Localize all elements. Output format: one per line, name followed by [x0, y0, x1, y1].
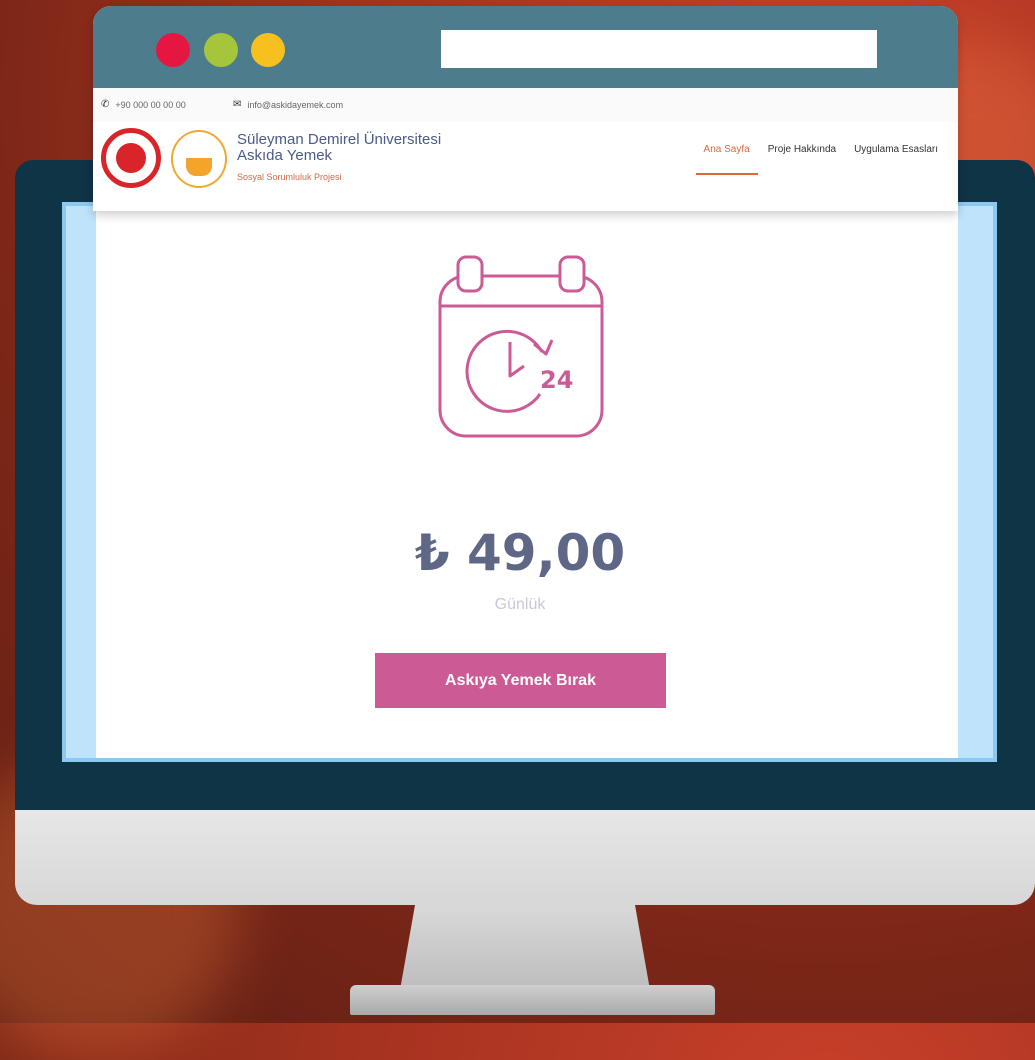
mail-icon: ✉ [233, 99, 242, 110]
browser-toolbar [93, 6, 958, 88]
nav-item-about[interactable]: Proje Hakkında [768, 144, 836, 175]
top-info-bar: ✆ +90 000 00 00 00 ✉ info@askidayemek.co… [93, 88, 958, 123]
address-bar[interactable] [441, 30, 877, 68]
main-nav: Ana Sayfa Proje Hakkında Uygulama Esasla… [695, 144, 938, 175]
price-period: Günlük [494, 596, 546, 613]
calendar-24h-icon: 24 [438, 255, 604, 438]
site-subtitle: Sosyal Sorumluluk Projesi [237, 172, 342, 182]
calendar-body [438, 274, 604, 438]
monitor-stand-neck [400, 905, 650, 990]
site-title: Süleyman Demirel Üniversitesi Askıda Yem… [237, 131, 442, 164]
donate-meal-button[interactable]: Askıya Yemek Bırak [375, 653, 666, 708]
clock-hands [508, 342, 525, 378]
nav-item-home[interactable]: Ana Sayfa [695, 144, 758, 175]
window-maximize-dot[interactable] [251, 33, 285, 67]
calendar-ring-left [456, 255, 484, 293]
nav-item-rules[interactable]: Uygulama Esasları [854, 144, 938, 175]
monitor-chin [15, 810, 1035, 905]
contact-phone[interactable]: ✆ +90 000 00 00 00 [101, 99, 186, 110]
contact-email[interactable]: ✉ info@askidayemek.com [233, 99, 343, 110]
university-logo[interactable] [101, 128, 161, 188]
calendar-ring-right [558, 255, 586, 293]
phone-icon: ✆ [101, 99, 110, 110]
site-header: Süleyman Demirel Üniversitesi Askıda Yem… [93, 122, 958, 211]
rose-icon [116, 143, 146, 173]
email-text: info@askidayemek.com [247, 99, 344, 110]
browser-window: ✆ +90 000 00 00 00 ✉ info@askidayemek.co… [93, 6, 958, 211]
soup-bowl-icon [186, 158, 212, 176]
clock-arrowhead [533, 339, 554, 356]
askida-yemek-logo[interactable] [171, 130, 227, 188]
hours-badge: 24 [540, 366, 573, 394]
clock-arc [465, 329, 544, 413]
window-close-dot[interactable] [156, 33, 190, 67]
monitor-stand-base [350, 985, 715, 1015]
price-amount: ₺ 49,00 [414, 524, 626, 582]
window-minimize-dot[interactable] [204, 33, 238, 67]
phone-text: +90 000 00 00 00 [115, 99, 186, 110]
